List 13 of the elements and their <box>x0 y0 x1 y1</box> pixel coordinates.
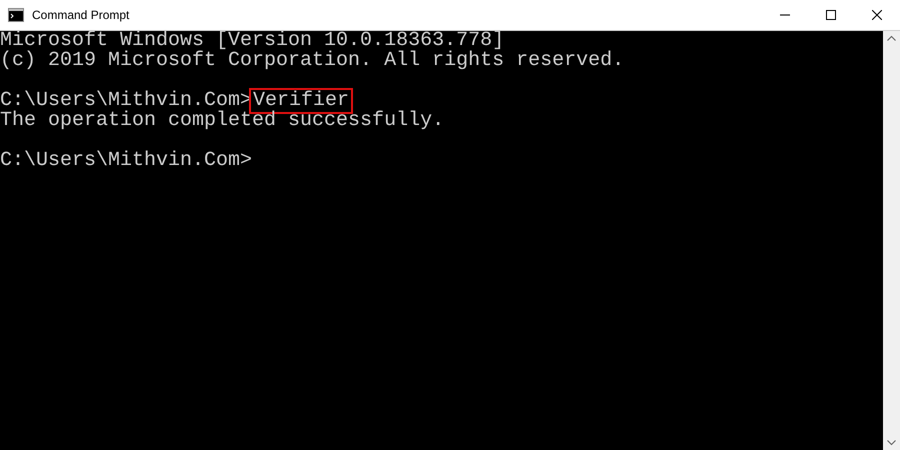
console-output: The operation completed successfully. <box>0 109 444 132</box>
close-icon <box>872 10 882 20</box>
scroll-down-icon[interactable] <box>887 440 896 446</box>
window-title: Command Prompt <box>32 7 130 24</box>
scroll-up-icon[interactable] <box>887 35 896 41</box>
console-output: (c) 2019 Microsoft Corporation. All rights reserved. <box>0 49 624 72</box>
command-prompt: C:\Users\Mithvin.Com> <box>0 91 252 111</box>
console-output: Microsoft Windows [Version 10.0.18363.778] <box>0 29 504 52</box>
command-prompt: C:\Users\Mithvin.Com> <box>0 151 252 171</box>
scrollbar[interactable] <box>883 31 900 450</box>
highlighted-command: Verifier <box>252 91 350 111</box>
console-icon <box>8 7 24 23</box>
maximize-icon <box>826 10 836 20</box>
